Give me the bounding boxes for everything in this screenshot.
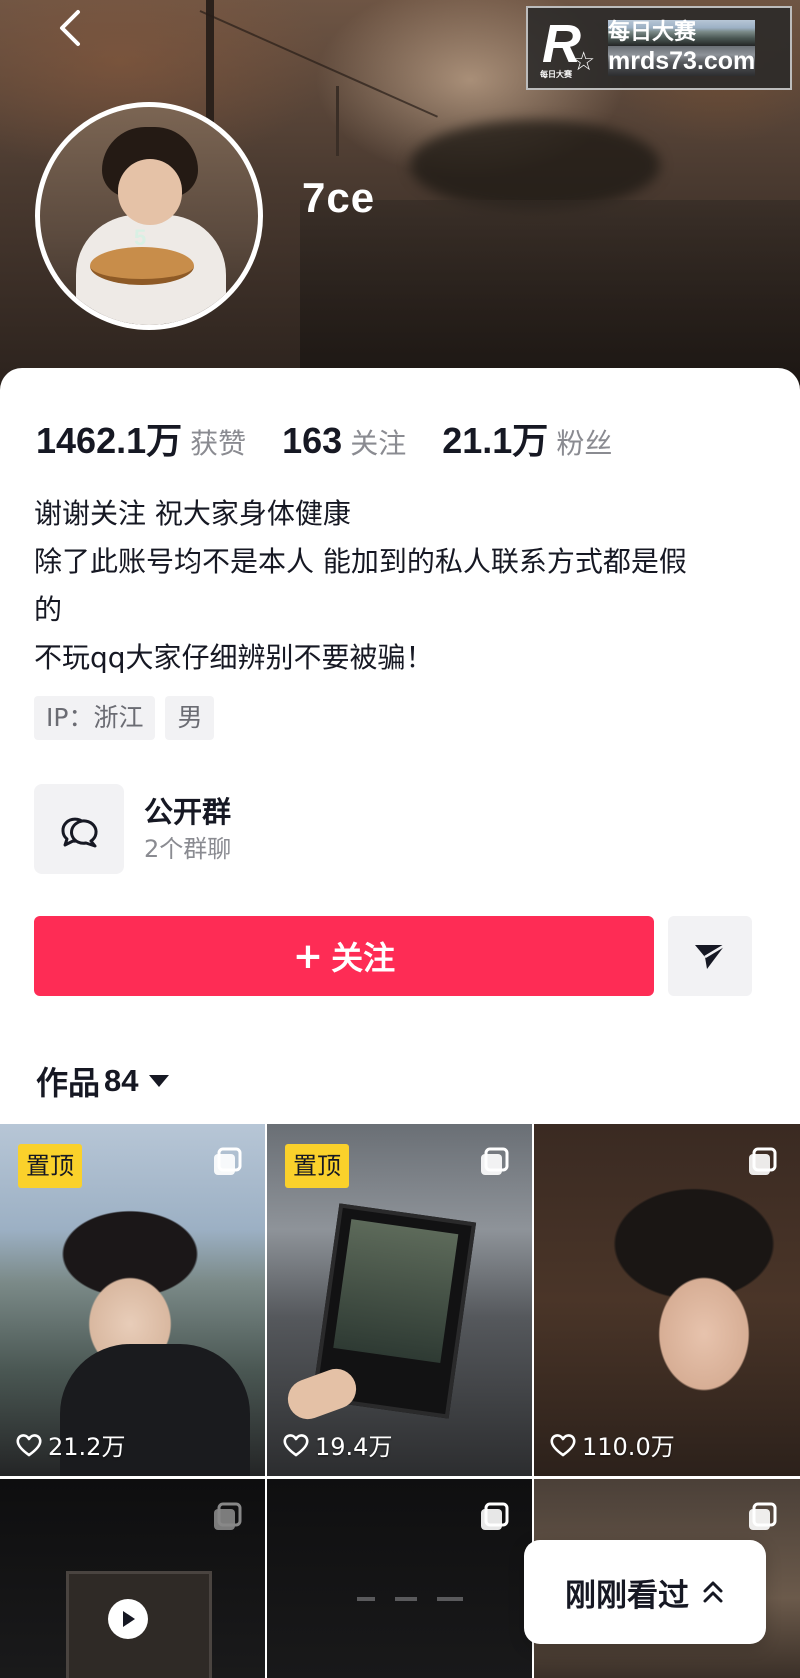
avatar-cake: [90, 247, 194, 285]
heart-icon: [16, 1433, 42, 1456]
profile-tags: IP：浙江 男: [34, 696, 224, 740]
heart-icon: [283, 1433, 309, 1456]
bio-line: 不玩qq大家仔细辨别不要被骗！: [34, 641, 434, 674]
bio: 谢谢关注 祝大家身体健康 除了此账号均不是本人 能加到的私人联系方式都是假 的 …: [34, 490, 774, 682]
like-count: 21.2万: [16, 1427, 125, 1462]
stat-following-label: 关注: [350, 427, 407, 460]
stat-likes-value: 1462.1万: [36, 420, 183, 461]
cover-trees: [410, 120, 660, 210]
pinned-badge: 置顶: [285, 1144, 349, 1188]
stat-likes[interactable]: 1462.1万 获赞: [36, 412, 246, 464]
cover-wire: [199, 10, 438, 118]
username: 7ce: [302, 174, 376, 221]
watermark-line1: 每日大赛: [608, 20, 756, 46]
stat-following[interactable]: 163 关注: [282, 420, 406, 462]
group-text: 公开群 2个群聊: [144, 792, 231, 866]
pinned-badge: 置顶: [18, 1144, 82, 1188]
send-message-button[interactable]: [668, 916, 752, 996]
watermark-logo-small: 每日大赛: [540, 70, 572, 79]
multi-image-icon: [214, 1502, 242, 1530]
tab-works[interactable]: 作品 84: [36, 1058, 169, 1104]
cover-pole: [336, 86, 339, 156]
tile-subject: [357, 1589, 467, 1609]
video-tile[interactable]: [267, 1479, 532, 1678]
avatar-face: [118, 159, 182, 225]
like-count: 19.4万: [283, 1427, 392, 1462]
watermark: R ☆ 每日大赛 每日大赛 mrds73.com: [526, 6, 792, 90]
watermark-logo: R ☆ 每日大赛: [538, 13, 602, 83]
public-group-entry[interactable]: 公开群 2个群聊: [34, 784, 534, 874]
multi-image-icon: [481, 1147, 509, 1175]
bio-line: 谢谢关注 祝大家身体健康: [34, 497, 351, 530]
video-tile[interactable]: 置顶 19.4万: [267, 1124, 532, 1476]
bio-line: 的: [34, 593, 63, 626]
stat-likes-label: 获赞: [190, 427, 247, 460]
like-count-value: 19.4万: [315, 1433, 393, 1461]
chevron-left-icon: [60, 10, 80, 46]
multi-image-icon: [749, 1147, 777, 1175]
tile-subject-photo: [333, 1219, 459, 1363]
group-subtitle: 2个群聊: [144, 835, 232, 863]
like-count-value: 21.2万: [48, 1433, 126, 1461]
play-icon: [108, 1599, 148, 1639]
stat-followers-value: 21.1万: [442, 420, 549, 461]
caret-down-icon: [148, 1075, 169, 1087]
cover-pole: [206, 0, 214, 130]
stat-followers[interactable]: 21.1万 粉丝: [442, 412, 612, 464]
works-count: 84: [104, 1063, 139, 1098]
stat-following-value: 163: [282, 420, 343, 461]
video-tile[interactable]: [0, 1479, 265, 1678]
ip-tag: IP：浙江: [34, 696, 156, 740]
back-button[interactable]: [50, 6, 90, 50]
multi-image-icon: [481, 1502, 509, 1530]
multi-image-icon: [749, 1502, 777, 1530]
like-count-value: 110.0万: [582, 1433, 675, 1461]
watermark-text: 每日大赛 mrds73.com: [608, 20, 756, 76]
avatar[interactable]: 5: [35, 102, 263, 330]
works-label: 作品: [36, 1064, 101, 1102]
avatar-candle: 5: [134, 225, 147, 250]
chevron-double-up-icon: [703, 1581, 723, 1603]
plus-icon: +: [292, 935, 324, 977]
group-title: 公开群: [144, 795, 232, 829]
stat-followers-label: 粉丝: [556, 427, 613, 460]
star-icon: ☆: [572, 47, 596, 77]
video-tile[interactable]: 置顶 21.2万: [0, 1124, 265, 1476]
gender-tag: 男: [165, 696, 215, 740]
watermark-line2: mrds73.com: [608, 46, 756, 76]
video-tile[interactable]: 110.0万: [534, 1124, 800, 1476]
like-count: 110.0万: [550, 1427, 675, 1462]
bio-line: 除了此账号均不是本人 能加到的私人联系方式都是假: [34, 545, 687, 578]
chat-bubbles-icon: [34, 784, 124, 874]
send-icon: [695, 943, 726, 969]
recently-viewed-label: 刚刚看过: [565, 1577, 689, 1614]
follow-button[interactable]: + 关注: [34, 916, 654, 996]
heart-icon: [550, 1433, 576, 1456]
profile-stats: 1462.1万 获赞 163 关注 21.1万 粉丝: [36, 412, 648, 464]
follow-label: 关注: [331, 939, 396, 977]
recently-viewed-button[interactable]: 刚刚看过: [524, 1540, 766, 1644]
multi-image-icon: [214, 1147, 242, 1175]
